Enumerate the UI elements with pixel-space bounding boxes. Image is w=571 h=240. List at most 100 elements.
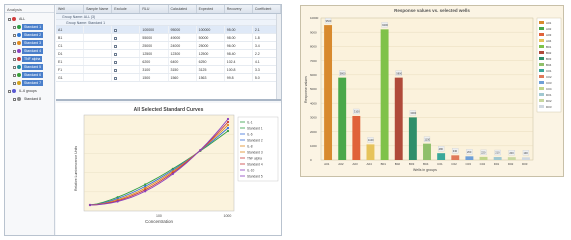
tree-expander-icon[interactable] xyxy=(13,73,16,77)
grid-column-header[interactable]: Coefficient xyxy=(253,5,281,13)
legend-entry: IL-1 xyxy=(247,120,253,124)
standard-curves-window: Analysis ALL Standard 1 Standard 2 Standard… xyxy=(4,4,282,236)
tree-item[interactable]: Standard 8 xyxy=(13,96,43,102)
table-cell: 3100 xyxy=(140,66,169,73)
bar xyxy=(451,155,460,160)
grid-column-header[interactable]: RLU xyxy=(140,5,169,13)
tree-item[interactable]: Standard 4 xyxy=(13,48,44,54)
tree-item[interactable]: TNF alpha xyxy=(13,56,43,62)
legend-entry: B03 xyxy=(546,57,552,61)
tree-expander-icon[interactable] xyxy=(13,41,16,45)
table-cell: 100000 xyxy=(140,26,169,33)
exclude-checkbox[interactable] xyxy=(114,44,118,48)
grid-column-header[interactable]: Well xyxy=(56,5,85,13)
table-row[interactable]: G1 1500 1560 1563 99.8 5.0 xyxy=(56,74,281,82)
tree-item[interactable]: ALL xyxy=(8,16,27,22)
table-cell: 50000 xyxy=(197,34,225,41)
exclude-checkbox[interactable] xyxy=(114,60,118,64)
data-label: 1150 xyxy=(425,137,431,141)
table-row[interactable]: B1 55000 49000 50000 98.00 1.8 xyxy=(56,34,281,42)
table-cell: F1 xyxy=(56,66,85,73)
table-cell xyxy=(112,50,141,57)
curve-point xyxy=(226,126,230,130)
bar xyxy=(338,77,347,160)
tree-item[interactable]: Standard 3 xyxy=(13,40,44,46)
tree-expander-icon[interactable] xyxy=(8,17,11,21)
x-tick-label: C01 xyxy=(437,162,443,166)
table-row[interactable]: E1 6200 6400 6250 102.4 4.1 xyxy=(56,58,281,66)
table-row[interactable]: A1 100000 95000 100000 95.00 2.1 xyxy=(56,26,281,34)
legend-swatch xyxy=(539,87,544,90)
tree-item[interactable]: Standard 6 xyxy=(13,72,44,78)
table-row[interactable]: D1 12500 12300 12500 98.40 2.2 xyxy=(56,50,281,58)
exclude-checkbox[interactable] xyxy=(114,68,118,72)
legend-entry: A02 xyxy=(546,27,552,31)
table-row[interactable]: F1 3100 3150 3125 100.8 3.3 xyxy=(56,66,281,74)
x-tick-label: D02 xyxy=(508,162,514,166)
tree-item[interactable]: Standard 1 xyxy=(13,24,44,30)
data-label: 5800 xyxy=(340,71,346,75)
exclude-checkbox[interactable] xyxy=(114,36,118,40)
tree-expander-icon[interactable] xyxy=(13,97,16,101)
sample-color-icon xyxy=(12,17,16,21)
x-tick-label: B04 xyxy=(423,162,429,166)
tree-expander-icon[interactable] xyxy=(8,89,11,93)
tree-expander-icon[interactable] xyxy=(13,33,16,37)
tree-item[interactable]: Standard 7 xyxy=(13,80,44,86)
table-cell: D1 xyxy=(56,50,85,57)
table-cell: 95000 xyxy=(169,26,197,33)
tree-item-label: TNF alpha xyxy=(22,56,43,62)
data-label: 3000 xyxy=(410,111,416,115)
grid-column-header[interactable]: Sample Name xyxy=(84,5,113,13)
tree-item[interactable]: IL-6 groups xyxy=(8,88,39,94)
x-tick-label: 1000 xyxy=(224,214,232,218)
main-panel: Well Sample Name Exclude RLU Calculated Expec… xyxy=(56,5,281,235)
x-tick-label: D03 xyxy=(522,162,528,166)
bar xyxy=(465,156,474,160)
tree-expander-icon[interactable] xyxy=(13,25,16,29)
legend-swatch xyxy=(539,33,544,36)
tree-expander-icon[interactable] xyxy=(13,49,16,53)
table-row[interactable]: C1 25000 24000 25000 96.00 3.4 xyxy=(56,42,281,50)
y-tick-label: 1000 xyxy=(310,144,317,148)
legend-swatch xyxy=(539,93,544,96)
table-cell: A1 xyxy=(56,26,85,33)
tree-expander-icon[interactable] xyxy=(13,57,16,61)
x-tick-label: 100 xyxy=(156,214,162,218)
legend-swatch xyxy=(539,39,544,42)
x-tick-label: D01 xyxy=(494,162,500,166)
sidebar-header: Analysis xyxy=(5,5,54,13)
table-cell: 25000 xyxy=(197,42,225,49)
y-axis-label: Relative Luminescence Units xyxy=(74,146,78,191)
y-tick-label: 5000 xyxy=(310,87,317,91)
curve-point xyxy=(226,129,230,133)
table-cell: 6250 xyxy=(197,58,225,65)
data-label: 190 xyxy=(523,151,528,155)
tree-item[interactable]: Standard 2 xyxy=(13,32,44,38)
y-tick-label: 6000 xyxy=(310,73,317,77)
exclude-checkbox[interactable] xyxy=(114,76,118,80)
grid-column-header[interactable]: Expected xyxy=(197,5,225,13)
grid-scrollbar[interactable] xyxy=(276,14,281,99)
legend-swatch xyxy=(539,45,544,48)
exclude-checkbox[interactable] xyxy=(114,28,118,32)
tree-expander-icon[interactable] xyxy=(13,81,16,85)
legend-entry: Standard 2 xyxy=(247,138,263,142)
tree-item-label: Standard 5 xyxy=(22,64,44,70)
legend-entry: TNF alpha xyxy=(247,156,262,160)
exclude-checkbox[interactable] xyxy=(114,52,118,56)
table-cell: 102.4 xyxy=(225,58,253,65)
tree-item[interactable]: Standard 5 xyxy=(13,64,44,70)
table-cell xyxy=(84,34,113,41)
tree-item-label: Standard 8 xyxy=(24,97,42,101)
data-label: 480 xyxy=(439,147,444,151)
grid-column-header[interactable]: Exclude xyxy=(112,5,141,13)
table-cell: 6400 xyxy=(169,58,197,65)
table-cell xyxy=(112,34,141,41)
legend-entry: D01 xyxy=(546,93,552,97)
x-tick-label: A04 xyxy=(367,162,373,166)
grid-column-header[interactable]: Recovery xyxy=(225,5,253,13)
grid-column-header[interactable]: Calculated xyxy=(169,5,197,13)
tree-item-label: Standard 2 xyxy=(22,32,44,38)
tree-expander-icon[interactable] xyxy=(13,65,16,69)
